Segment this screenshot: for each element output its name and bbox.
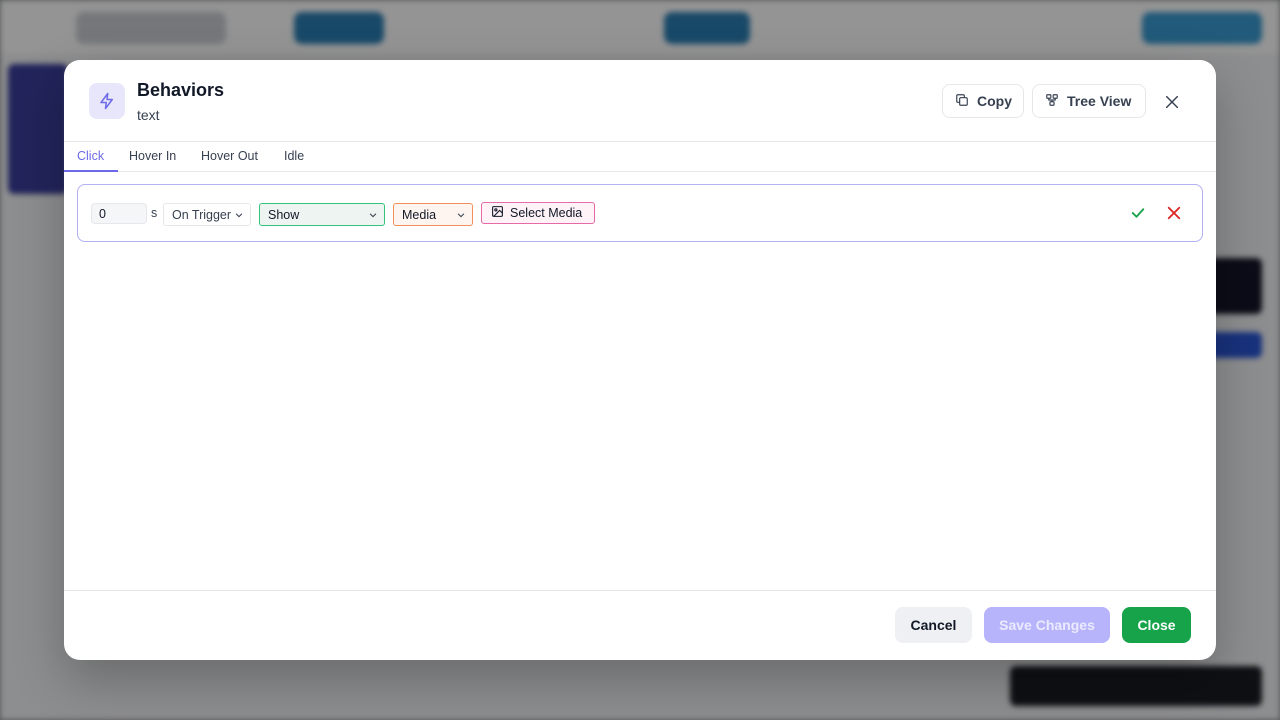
check-icon[interactable] — [1129, 204, 1147, 222]
modal-title: Behaviors — [137, 80, 225, 100]
close-button[interactable]: Close — [1122, 607, 1191, 643]
cancel-button[interactable]: Cancel — [895, 607, 972, 643]
tab-idle[interactable]: Idle — [284, 142, 304, 172]
action-value: Show — [268, 208, 300, 222]
copy-label: Copy — [977, 93, 1012, 109]
delay-unit: s — [151, 206, 158, 220]
chevron-down-icon — [368, 209, 378, 223]
close-icon[interactable] — [1161, 91, 1183, 113]
action-select[interactable]: Show — [259, 203, 385, 226]
modal-subtitle: text — [137, 107, 160, 123]
tab-hover-in[interactable]: Hover In — [129, 142, 176, 172]
chevron-down-icon — [234, 209, 244, 223]
lightning-icon — [89, 83, 125, 119]
trigger-value: On Trigger — [172, 208, 232, 222]
save-changes-button[interactable]: Save Changes — [984, 607, 1110, 643]
tab-hover-out[interactable]: Hover Out — [201, 142, 258, 172]
modal-footer: Cancel Save Changes Close — [64, 590, 1216, 660]
tree-view-button[interactable]: Tree View — [1032, 84, 1146, 118]
select-media-button[interactable]: Select Media — [481, 202, 595, 224]
copy-icon — [955, 93, 969, 110]
delay-input[interactable] — [91, 203, 147, 224]
copy-button[interactable]: Copy — [942, 84, 1024, 118]
target-type-value: Media — [402, 208, 437, 222]
behavior-tabs: Click Hover In Hover Out Idle — [64, 142, 1216, 172]
trigger-select[interactable]: On Trigger — [163, 203, 251, 226]
tree-view-label: Tree View — [1067, 93, 1132, 109]
behavior-row: s On Trigger Show Media Select Media — [77, 184, 1203, 242]
x-icon[interactable] — [1165, 204, 1183, 222]
chevron-down-icon — [456, 209, 466, 223]
select-media-label: Select Media — [510, 206, 583, 220]
tab-click[interactable]: Click — [64, 142, 118, 172]
behaviors-modal: Behaviors text Copy Tree View Click Hove… — [64, 60, 1216, 660]
tree-icon — [1045, 93, 1059, 110]
target-type-select[interactable]: Media — [393, 203, 473, 226]
image-icon — [491, 205, 504, 221]
modal-header: Behaviors text Copy Tree View — [64, 60, 1216, 142]
